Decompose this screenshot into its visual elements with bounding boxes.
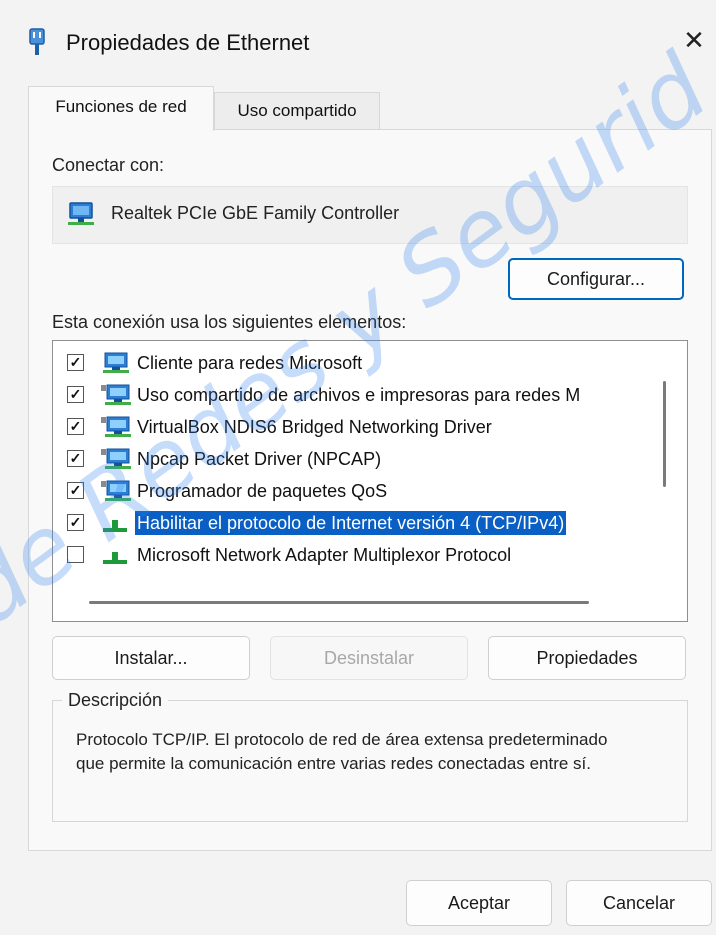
connect-with-label: Conectar con:	[52, 155, 165, 175]
ok-button[interactable]: Aceptar	[406, 880, 552, 926]
device-field: Realtek PCIe GbE Family Controller	[52, 186, 688, 244]
configure-button[interactable]: Configurar...	[508, 258, 684, 300]
network-client-icon	[103, 352, 129, 373]
network-service-icon	[101, 416, 131, 437]
list-item[interactable]: Microsoft Network Adapter Multiplexor Pr…	[53, 539, 653, 571]
list-item[interactable]: ✓ Programador de paquetes QoS	[53, 475, 653, 507]
item-checkbox[interactable]: ✓	[67, 354, 84, 371]
close-button[interactable]: ✕	[676, 22, 712, 58]
item-label: Microsoft Network Adapter Multiplexor Pr…	[137, 545, 512, 565]
item-label: Habilitar el protocolo de Internet versi…	[135, 511, 567, 535]
item-checkbox[interactable]: ✓	[67, 386, 84, 403]
window-title: Propiedades de Ethernet	[66, 30, 310, 55]
item-label: Npcap Packet Driver (NPCAP)	[137, 449, 382, 469]
network-service-icon	[101, 384, 131, 405]
device-name: Realtek PCIe GbE Family Controller	[111, 203, 400, 223]
description-legend: Descripción	[62, 690, 169, 711]
item-label: Uso compartido de archivos e impresoras …	[137, 385, 581, 405]
components-list[interactable]: ✓ Cliente para redes Microsoft ✓ Uso com…	[52, 340, 688, 622]
tab-network-functions[interactable]: Funciones de red	[28, 86, 214, 131]
item-checkbox[interactable]: ✓	[67, 450, 84, 467]
title-bar: Propiedades de Ethernet ✕	[0, 0, 716, 84]
item-label: Programador de paquetes QoS	[137, 481, 388, 501]
network-service-icon	[101, 448, 131, 469]
ethernet-plug-icon	[29, 28, 45, 55]
network-adapter-icon	[68, 202, 94, 225]
item-label: VirtualBox NDIS6 Bridged Networking Driv…	[137, 417, 492, 437]
uninstall-button[interactable]: Desinstalar	[270, 636, 468, 680]
horizontal-scrollbar[interactable]	[89, 601, 589, 604]
vertical-scrollbar[interactable]	[663, 381, 666, 487]
list-item[interactable]: ✓ Uso compartido de archivos e impresora…	[53, 379, 653, 411]
protocol-icon	[103, 552, 127, 564]
list-item[interactable]: ✓ Npcap Packet Driver (NPCAP)	[53, 443, 653, 475]
network-service-icon	[101, 480, 131, 501]
item-checkbox[interactable]: ✓	[67, 514, 84, 531]
ethernet-properties-dialog: Propiedades de Ethernet ✕ Funciones de r…	[0, 0, 716, 935]
item-checkbox[interactable]: ✓	[67, 482, 84, 499]
install-button[interactable]: Instalar...	[52, 636, 250, 680]
items-label: Esta conexión usa los siguientes element…	[52, 312, 407, 332]
item-checkbox[interactable]	[67, 546, 84, 563]
list-item[interactable]: ✓ Habilitar el protocolo de Internet ver…	[53, 507, 653, 539]
description-text: Protocolo TCP/IP. El protocolo de red de…	[76, 730, 608, 773]
item-label: Cliente para redes Microsoft	[137, 353, 363, 373]
list-item[interactable]: ✓ VirtualBox NDIS6 Bridged Networking Dr…	[53, 411, 653, 443]
cancel-button[interactable]: Cancelar	[566, 880, 712, 926]
properties-button[interactable]: Propiedades	[488, 636, 686, 680]
tab-sharing[interactable]: Uso compartido	[214, 92, 380, 131]
list-item[interactable]: ✓ Cliente para redes Microsoft	[53, 347, 653, 379]
protocol-icon	[103, 520, 127, 532]
item-checkbox[interactable]: ✓	[67, 418, 84, 435]
